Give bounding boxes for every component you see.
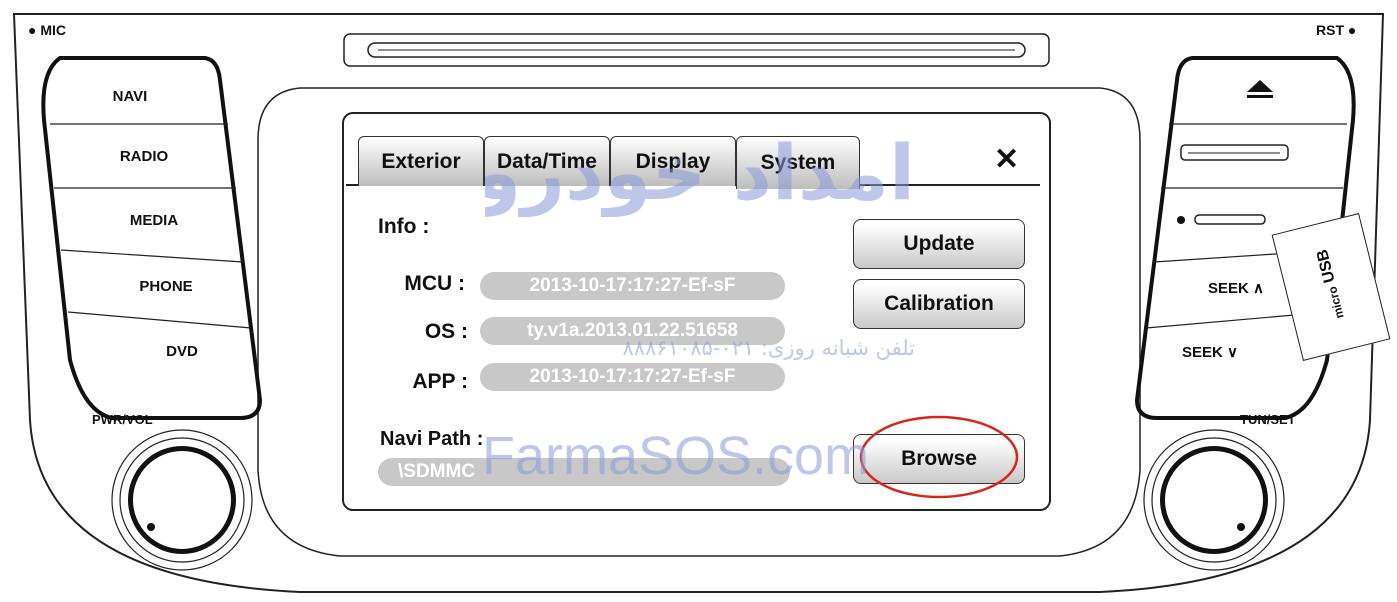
navi-button[interactable]: NAVI [90, 88, 170, 105]
phone-button[interactable]: PHONE [124, 278, 208, 295]
media-button[interactable]: MEDIA [112, 212, 196, 229]
calibration-button[interactable]: Calibration [853, 279, 1025, 329]
os-value: ty.v1a.2013.01.22.51658 [480, 317, 785, 345]
tun-set-label: TUN/SET [1240, 412, 1296, 427]
rst-label: RST ● [1316, 22, 1357, 38]
update-button[interactable]: Update [853, 219, 1025, 269]
radio-button[interactable]: RADIO [102, 148, 186, 165]
mcu-value: 2013-10-17:17:27-Ef-sF [480, 272, 785, 300]
tab-exterior[interactable]: Exterior [358, 136, 484, 186]
knob-marker-icon [1237, 523, 1245, 531]
mic-dot-icon: ● [28, 22, 37, 38]
os-label: OS : [424, 320, 468, 343]
sd-slot[interactable] [1180, 143, 1290, 163]
pwr-vol-label: PWR/VOL [92, 412, 153, 427]
knob-marker-icon [147, 523, 155, 531]
navi-path-field[interactable]: \SDMMC [378, 458, 790, 486]
eject-button[interactable] [1245, 78, 1275, 105]
seek-down-button[interactable]: SEEK ∨ [1170, 343, 1250, 361]
navi-path-label: Navi Path : [380, 428, 484, 450]
tab-display[interactable]: Display [610, 136, 736, 186]
mcu-label: MCU : [404, 272, 465, 295]
rst-dot-icon: ● [1347, 22, 1357, 38]
browse-highlight-ellipse [859, 415, 1019, 499]
usb-port[interactable] [1175, 210, 1275, 230]
sd-slot-icon [1180, 144, 1289, 161]
dvd-button[interactable]: DVD [140, 343, 224, 360]
pwr-vol-knob[interactable] [128, 446, 236, 554]
close-icon[interactable]: ✕ [994, 142, 1019, 177]
app-value: 2013-10-17:17:27-Ef-sF [480, 363, 785, 391]
tun-set-knob[interactable] [1160, 446, 1268, 554]
usb-port-icon [1177, 214, 1266, 225]
eject-icon [1247, 80, 1273, 98]
app-label: APP : [412, 370, 468, 393]
seek-up-button[interactable]: SEEK ∧ [1196, 279, 1276, 297]
tab-system[interactable]: System [736, 136, 860, 189]
info-label: Info : [378, 215, 430, 238]
mic-label: ● MIC [28, 22, 67, 38]
tab-data-time[interactable]: Data/Time [484, 136, 610, 186]
